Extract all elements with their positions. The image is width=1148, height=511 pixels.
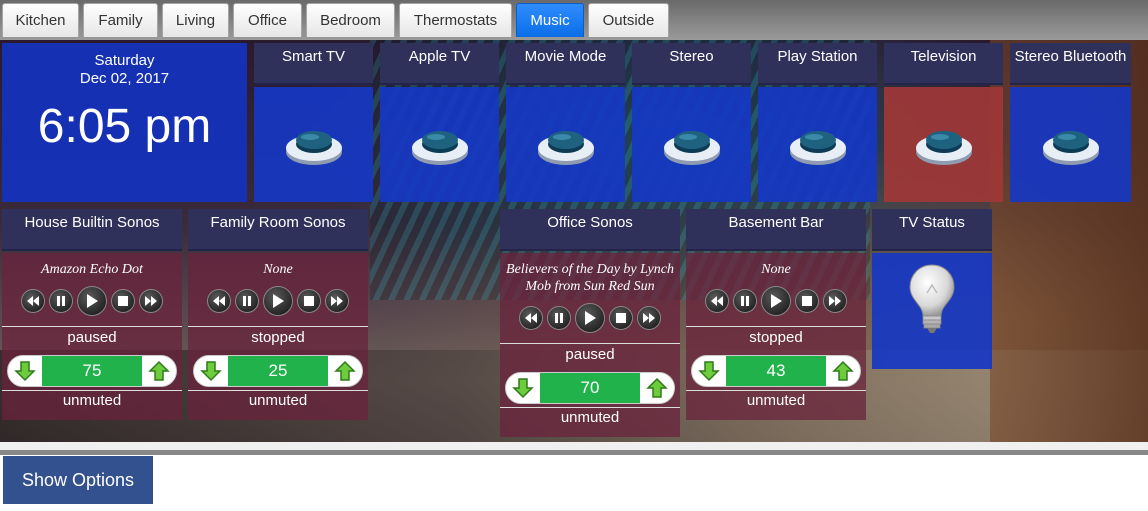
tile-title: TV Status [872,209,992,251]
play-icon[interactable] [263,286,293,316]
sonos-tile-basement-bar: Basement Bar None stopped 43 unmuted [686,209,866,420]
next-icon[interactable] [637,306,661,330]
push-button-icon[interactable] [537,123,595,167]
tile-title: House Builtin Sonos [2,209,182,251]
button-tile-stereo-bluetooth: Stereo Bluetooth [1010,43,1131,202]
tile-title: Basement Bar [686,209,866,251]
volume-up-icon[interactable] [332,358,358,384]
tile-title: Play Station [758,43,877,85]
clock-date: Dec 02, 2017 [79,70,170,87]
push-button-icon[interactable] [1042,123,1100,167]
tile-title: Apple TV [380,43,499,85]
volume-level: 43 [726,356,826,386]
volume-control: 25 [193,355,363,387]
stop-icon[interactable] [297,289,321,313]
tile-title: Smart TV [254,43,373,85]
tab-office[interactable]: Office [233,3,302,37]
tab-outside[interactable]: Outside [588,3,669,37]
volume-level: 25 [228,356,328,386]
play-icon[interactable] [761,286,791,316]
stop-icon[interactable] [795,289,819,313]
push-button-icon[interactable] [663,123,721,167]
push-button-icon[interactable] [285,123,343,167]
tab-thermostats[interactable]: Thermostats [399,3,512,37]
volume-down-icon[interactable] [12,358,38,384]
tab-living[interactable]: Living [162,3,229,37]
tile-title: Television [884,43,1003,85]
track-name: Believers of the Day by Lynch Mob from S… [506,262,674,294]
volume-level: 70 [540,373,640,403]
push-button-icon[interactable] [789,123,847,167]
volume-control: 70 [505,372,675,404]
clock-time: 6:05 pm [37,100,212,153]
track-name: Amazon Echo Dot [41,262,143,277]
previous-icon[interactable] [519,306,543,330]
pause-icon[interactable] [547,306,571,330]
pause-icon[interactable] [733,289,757,313]
volume-down-icon[interactable] [198,358,224,384]
divider [0,450,1148,455]
volume-level: 75 [42,356,142,386]
button-tile-apple-tv: Apple TV [380,43,499,202]
next-icon[interactable] [325,289,349,313]
volume-up-icon[interactable] [644,375,670,401]
button-tile-movie-mode: Movie Mode [506,43,625,202]
show-options-button[interactable]: Show Options [3,456,153,504]
button-tile-stereo: Stereo [632,43,751,202]
volume-control: 75 [7,355,177,387]
button-tile-television: Television [884,43,1003,202]
mute-status[interactable]: unmuted [500,407,680,426]
tile-title: Movie Mode [506,43,625,85]
sonos-tile-house-builtin: House Builtin Sonos Amazon Echo Dot paus… [2,209,182,420]
volume-down-icon[interactable] [510,375,536,401]
volume-control: 43 [691,355,861,387]
lightbulb-icon[interactable] [907,263,957,335]
push-button-icon[interactable] [411,123,469,167]
button-tile-play-station: Play Station [758,43,877,202]
playback-status: stopped [686,326,866,346]
divider [0,442,1148,450]
mute-status[interactable]: unmuted [2,390,182,409]
tab-music[interactable]: Music [516,3,584,37]
clock-tile: Saturday Dec 02, 2017 6:05 pm [2,43,247,202]
tab-family[interactable]: Family [83,3,158,37]
previous-icon[interactable] [207,289,231,313]
tab-kitchen[interactable]: Kitchen [2,3,79,37]
sonos-tile-office: Office Sonos Believers of the Day by Lyn… [500,209,680,437]
mute-status[interactable]: unmuted [686,390,866,409]
volume-up-icon[interactable] [830,358,856,384]
stop-icon[interactable] [111,289,135,313]
previous-icon[interactable] [705,289,729,313]
volume-up-icon[interactable] [146,358,172,384]
playback-status: paused [2,326,182,346]
previous-icon[interactable] [21,289,45,313]
tile-title: Office Sonos [500,209,680,251]
tile-title: Family Room Sonos [188,209,368,251]
sonos-tile-family-room: Family Room Sonos None stopped 25 unmute… [188,209,368,420]
play-icon[interactable] [77,286,107,316]
tab-bedroom[interactable]: Bedroom [306,3,395,37]
playback-status: stopped [188,326,368,346]
pause-icon[interactable] [49,289,73,313]
volume-down-icon[interactable] [696,358,722,384]
clock-day: Saturday [94,52,155,69]
play-icon[interactable] [575,303,605,333]
tab-bar: Kitchen Family Living Office Bedroom The… [0,0,1148,40]
playback-status: paused [500,343,680,363]
tv-status-tile: TV Status [872,209,992,369]
button-tile-smart-tv: Smart TV [254,43,373,202]
mute-status[interactable]: unmuted [188,390,368,409]
stop-icon[interactable] [609,306,633,330]
next-icon[interactable] [823,289,847,313]
track-name: None [263,262,293,277]
push-button-icon[interactable] [915,123,973,167]
pause-icon[interactable] [235,289,259,313]
tile-title: Stereo Bluetooth [1010,43,1131,85]
next-icon[interactable] [139,289,163,313]
tile-title: Stereo [632,43,751,85]
track-name: None [761,262,791,277]
